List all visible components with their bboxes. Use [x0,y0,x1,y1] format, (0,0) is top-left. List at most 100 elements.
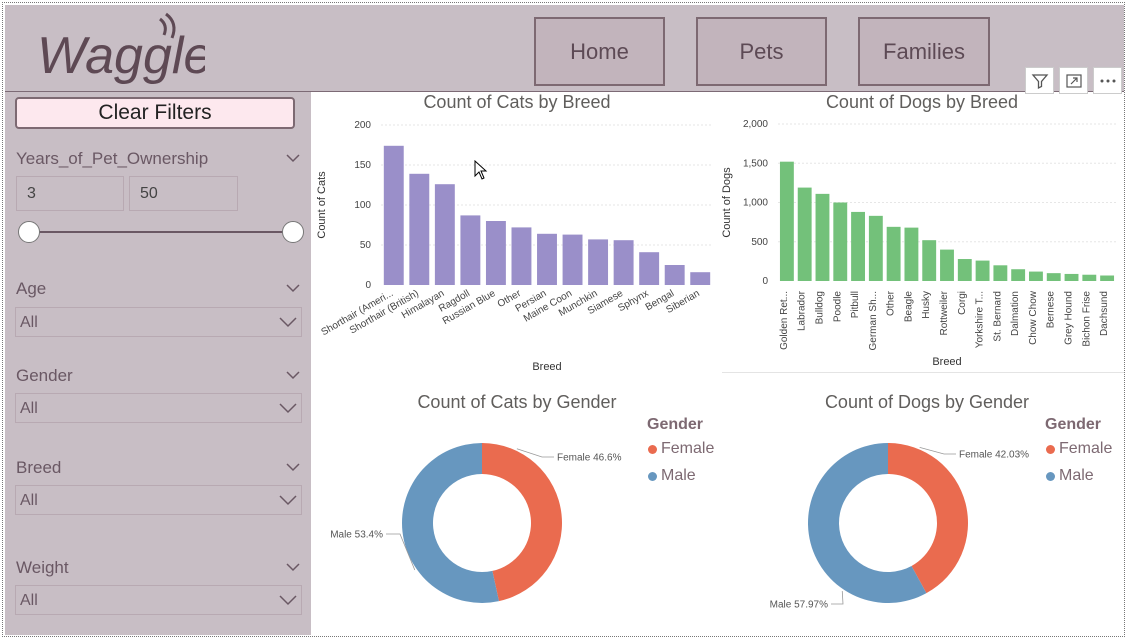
bar[interactable] [940,249,954,281]
y-tick-label: 0 [365,280,371,291]
nav-families-button[interactable]: Families [858,17,990,86]
chevron-down-icon [279,403,297,414]
bar[interactable] [1064,273,1079,281]
bar[interactable] [851,211,865,281]
bar[interactable] [1011,269,1026,281]
chevron-down-icon[interactable] [286,562,300,572]
chevron-down-icon[interactable] [286,153,300,163]
bar[interactable] [588,239,609,285]
cats-legend-female[interactable]: Female [648,440,714,458]
dogs-gender-donut-chart[interactable]: Female 42.03% Male 57.97% [722,418,1042,628]
focus-mode-icon[interactable] [1059,67,1088,94]
bar[interactable] [1029,271,1043,281]
x-axis-title: Breed [532,361,561,373]
chevron-down-icon[interactable] [286,462,300,472]
legend-dot [648,471,657,481]
breed-dropdown[interactable]: All [15,485,302,515]
filter-icon[interactable] [1025,67,1054,94]
x-tick-label: Rottweiler [939,290,950,335]
x-axis-title: Breed [932,356,961,368]
bar[interactable] [664,265,685,285]
bar[interactable] [434,184,455,285]
clear-filters-label: Clear Filters [98,101,212,124]
donut-slice[interactable] [482,443,562,602]
slice-data-label: Female 46.6% [557,453,622,464]
breed-slicer-label: Breed [16,458,62,477]
bar[interactable] [485,221,506,285]
dogs-breed-chart-title: Count of Dogs by Breed [825,92,1019,112]
years-slider-track[interactable] [29,231,293,233]
bar[interactable] [1046,273,1061,281]
years-max-input[interactable]: 50 [129,176,238,211]
bar[interactable] [1082,274,1097,281]
y-tick-label: 1,500 [743,158,768,169]
x-tick-label: Grey Hound [1064,291,1075,345]
bar[interactable] [957,259,972,281]
bar[interactable] [562,234,583,285]
nav-home-label: Home [570,38,629,64]
bar[interactable] [690,272,711,285]
nav-home-button[interactable]: Home [534,17,665,86]
years-slider-min-handle[interactable] [18,221,40,243]
bar[interactable] [922,240,937,281]
divider [722,372,1124,373]
cats-breed-chart-title: Count of Cats by Breed [423,92,611,112]
filter-sidebar: Clear Filters Years_of_Pet_Ownership 3 5… [5,92,311,635]
dogs-breed-bar-chart[interactable]: 0 500 1,000 1,500 2,000 Golden Ret... Labrador… [722,114,1124,370]
bar[interactable] [975,260,990,281]
nav-pets-label: Pets [739,38,784,64]
gender-slicer-label: Gender [16,366,73,385]
bar[interactable] [993,265,1008,281]
chevron-down-icon[interactable] [286,283,300,293]
dogs-legend-male[interactable]: Male [1046,467,1094,485]
bar[interactable] [1100,275,1115,281]
age-dropdown[interactable]: All [15,307,302,337]
bar[interactable] [460,215,481,285]
bar[interactable] [511,227,532,285]
more-options-icon[interactable] [1093,67,1122,94]
x-tick-label: Husky [921,291,932,319]
cats-gender-donut-chart[interactable]: Female 46.6% Male 53.4% [312,418,642,628]
years-slicer-label: Years_of_Pet_Ownership [16,149,209,168]
chevron-down-icon[interactable] [286,370,300,380]
cats-gender-chart-title: Count of Cats by Gender [417,392,617,412]
nav-pets-button[interactable]: Pets [696,17,827,86]
y-tick-label: 200 [354,120,371,131]
slice-data-label: Male 57.97% [770,600,828,611]
cats-legend-male-label: Male [661,467,696,484]
cats-breed-bar-chart[interactable]: 050100150200Shorthair (Ameri...Shorthair… [312,114,722,376]
bar[interactable] [868,215,883,281]
gender-dropdown[interactable]: All [15,393,302,423]
dogs-gender-chart-title: Count of Dogs by Gender [824,392,1030,412]
x-tick-label: Other [886,290,897,316]
x-tick-label: Yorkshire T... [975,291,986,348]
bar[interactable] [779,161,794,281]
slice-data-label: Male 53.4% [330,530,383,541]
bar[interactable] [904,227,919,281]
x-tick-label: Golden Ret... [779,291,790,350]
years-slider-max-handle[interactable] [282,221,304,243]
y-tick-label: 0 [762,276,768,287]
bar[interactable] [613,240,634,285]
clear-filters-button[interactable]: Clear Filters [15,97,295,129]
logo-text: Waggle [37,27,205,85]
bar[interactable] [537,233,557,285]
bar[interactable] [815,193,830,281]
header-bar: Waggle Home Pets Families [5,5,1124,94]
bar[interactable] [833,202,848,282]
cats-legend-title: Gender [647,416,704,433]
weight-dropdown[interactable]: All [15,585,302,615]
bar[interactable] [383,145,404,285]
bar[interactable] [639,252,660,285]
cats-legend-male[interactable]: Male [648,467,696,485]
dogs-legend-female[interactable]: Female [1046,440,1112,458]
bar[interactable] [409,173,430,285]
bar[interactable] [797,187,812,281]
nav-families-label: Families [883,38,965,64]
y-tick-label: 2,000 [743,119,768,130]
chevron-down-icon [279,495,297,506]
legend-dot [648,444,657,454]
years-min-input[interactable]: 3 [16,176,124,211]
bar[interactable] [886,226,901,281]
gender-dropdown-value: All [20,400,38,417]
